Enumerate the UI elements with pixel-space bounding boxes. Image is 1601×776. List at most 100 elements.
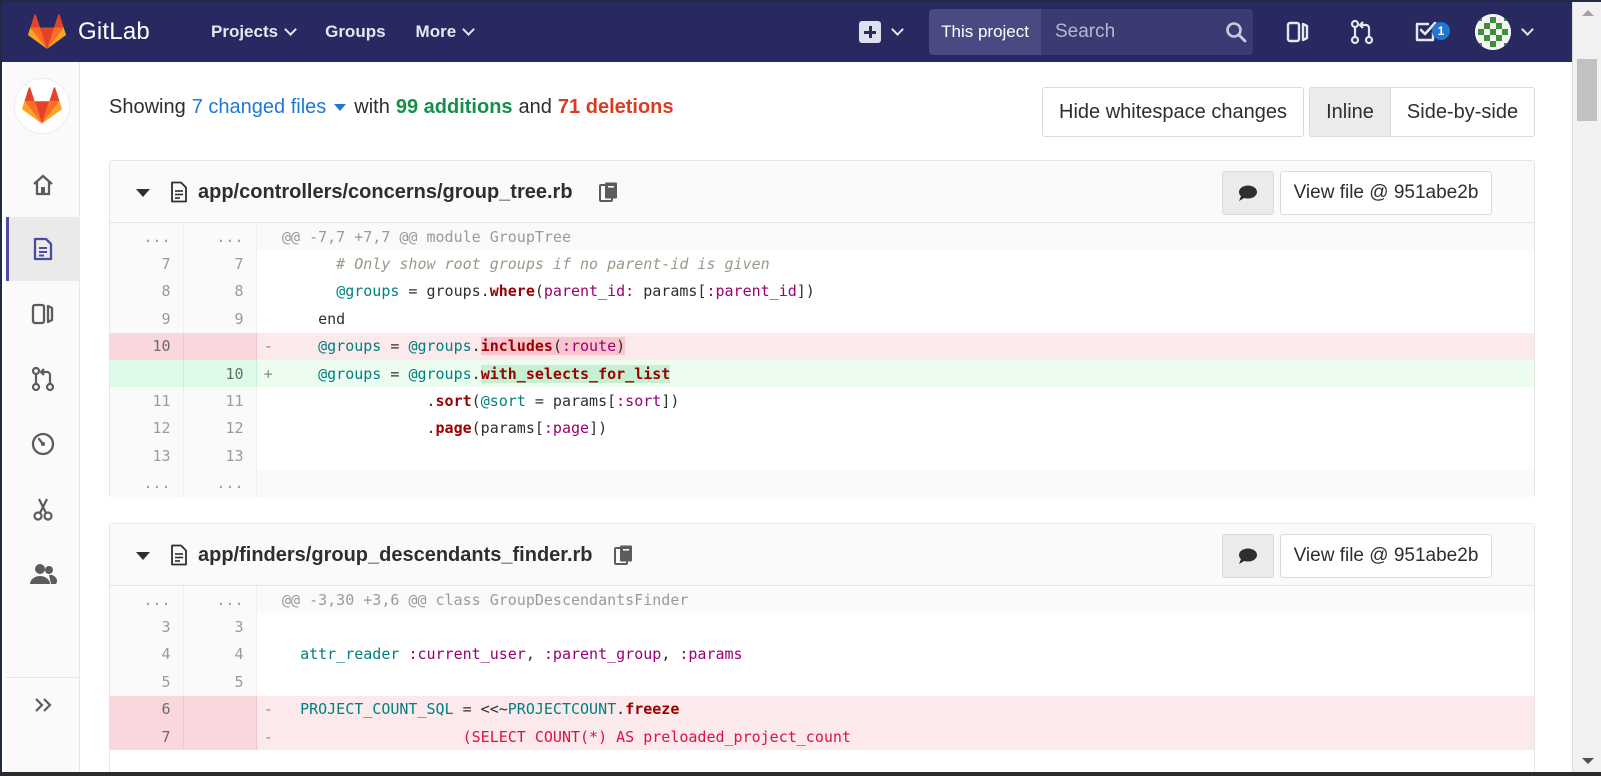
new-line-number[interactable]: 7 bbox=[183, 250, 257, 278]
scroll-up-arrow-icon[interactable] bbox=[1582, 10, 1594, 16]
sidebar-item-snippets[interactable] bbox=[6, 477, 80, 541]
new-line-number[interactable] bbox=[183, 722, 257, 751]
sidebar-item-ci-cd[interactable] bbox=[6, 412, 80, 476]
sidebar-item-issues[interactable] bbox=[6, 282, 80, 346]
new-line-number[interactable]: ... bbox=[183, 586, 257, 614]
diff-code: @@ -7,7 +7,7 @@ module GroupTree bbox=[280, 223, 1534, 251]
hide-whitespace-button[interactable]: Hide whitespace changes bbox=[1042, 87, 1304, 137]
issues-nav-button[interactable] bbox=[1283, 17, 1313, 47]
file-path[interactable]: app/finders/group_descendants_finder.rb bbox=[198, 544, 593, 567]
user-menu-dropdown[interactable] bbox=[1475, 14, 1534, 50]
old-line-number[interactable]: ... bbox=[110, 469, 184, 497]
collapse-toggle-icon[interactable] bbox=[136, 189, 150, 197]
members-icon bbox=[30, 564, 57, 584]
new-line-number[interactable]: 3 bbox=[183, 613, 257, 641]
project-sidebar bbox=[6, 62, 80, 772]
old-line-number[interactable]: 7 bbox=[110, 722, 184, 751]
nav-projects-label: Projects bbox=[211, 22, 279, 41]
scroll-down-arrow-icon[interactable] bbox=[1582, 758, 1594, 764]
diff-sign bbox=[256, 469, 280, 497]
old-line-number[interactable] bbox=[110, 359, 184, 388]
new-line-number[interactable]: ... bbox=[183, 469, 257, 497]
project-avatar[interactable] bbox=[14, 78, 70, 134]
new-line-number[interactable]: ... bbox=[183, 223, 257, 251]
gitlab-home-link[interactable]: GitLab bbox=[28, 14, 208, 50]
sidebar-collapse-button[interactable] bbox=[6, 677, 80, 732]
diff-sign: + bbox=[256, 359, 280, 388]
file-path[interactable]: app/controllers/concerns/group_tree.rb bbox=[198, 181, 573, 204]
diff-sign bbox=[256, 613, 280, 640]
brand-name: GitLab bbox=[78, 18, 150, 45]
diff-line: 55 bbox=[110, 668, 1534, 696]
old-line-number[interactable]: 8 bbox=[110, 277, 184, 306]
new-line-number[interactable]: 13 bbox=[183, 442, 257, 470]
inline-view-button[interactable]: Inline bbox=[1309, 87, 1391, 137]
new-line-number[interactable]: 8 bbox=[183, 277, 257, 306]
changed-files-dropdown[interactable]: 7 changed files bbox=[192, 96, 327, 119]
scissors-icon bbox=[33, 498, 53, 521]
new-line-number[interactable]: 11 bbox=[183, 387, 257, 415]
old-line-number[interactable]: 5 bbox=[110, 668, 184, 696]
todo-count-badge: 1 bbox=[1432, 22, 1450, 40]
todos-nav-button[interactable]: 1 bbox=[1411, 17, 1450, 47]
page-scrollbar[interactable] bbox=[1572, 2, 1601, 772]
view-file-button[interactable]: View file @ 951abe2b bbox=[1280, 534, 1492, 578]
diff-line: 12 12 .page(params[:page]) bbox=[110, 414, 1534, 443]
scroll-thumb[interactable] bbox=[1577, 59, 1597, 121]
old-line-number[interactable]: ... bbox=[110, 586, 184, 614]
diff-file-header: app/finders/group_descendants_finder.rb … bbox=[110, 524, 1534, 586]
new-dropdown-button[interactable] bbox=[859, 21, 904, 43]
sidebar-item-members[interactable] bbox=[6, 542, 80, 606]
nav-groups-label: Groups bbox=[325, 22, 386, 41]
side-by-side-view-button[interactable]: Side-by-side bbox=[1390, 87, 1535, 137]
new-line-number[interactable]: 12 bbox=[183, 414, 257, 443]
new-line-number[interactable]: 10 bbox=[183, 359, 257, 388]
old-line-number[interactable]: 7 bbox=[110, 250, 184, 278]
merge-requests-nav-button[interactable] bbox=[1347, 17, 1377, 47]
new-line-number[interactable]: 5 bbox=[183, 668, 257, 696]
toggle-comments-button[interactable] bbox=[1222, 171, 1274, 215]
new-line-number[interactable] bbox=[183, 695, 257, 723]
caret-down-icon[interactable] bbox=[334, 104, 347, 111]
search-input[interactable] bbox=[1055, 21, 1215, 43]
issues-icon bbox=[1286, 21, 1309, 43]
sidebar-item-overview[interactable] bbox=[6, 153, 80, 217]
new-line-number[interactable]: 9 bbox=[183, 305, 257, 333]
new-line-number[interactable]: 4 bbox=[183, 640, 257, 669]
old-line-number[interactable]: 11 bbox=[110, 387, 184, 415]
search-icon[interactable] bbox=[1225, 21, 1247, 43]
old-line-number[interactable]: 9 bbox=[110, 305, 184, 333]
chevron-down-icon bbox=[284, 23, 297, 36]
sidebar-item-merge-requests[interactable] bbox=[6, 347, 80, 411]
search-scope-label[interactable]: This project bbox=[929, 9, 1041, 55]
diff-line: 77 # Only show root groups if no parent-… bbox=[110, 250, 1534, 278]
file-icon bbox=[171, 544, 187, 566]
copy-clipboard-icon[interactable] bbox=[613, 544, 635, 566]
gitlab-logo-icon bbox=[28, 14, 66, 49]
nav-projects-dropdown[interactable]: Projects bbox=[211, 22, 297, 42]
old-line-number[interactable]: 10 bbox=[110, 332, 184, 360]
copy-clipboard-icon[interactable] bbox=[598, 181, 620, 203]
diff-sign: - bbox=[256, 695, 280, 723]
chevron-down-icon bbox=[1521, 23, 1534, 36]
old-line-number[interactable]: 13 bbox=[110, 442, 184, 470]
old-line-number[interactable]: 4 bbox=[110, 640, 184, 669]
toggle-comments-button[interactable] bbox=[1222, 534, 1274, 578]
collapse-toggle-icon[interactable] bbox=[136, 552, 150, 560]
view-file-button[interactable]: View file @ 951abe2b bbox=[1280, 171, 1492, 215]
new-line-number[interactable] bbox=[183, 332, 257, 360]
diff-file: app/finders/group_descendants_finder.rb … bbox=[109, 523, 1535, 772]
diff-line-removed: 7 - (SELECT COUNT(*) AS preloaded_project… bbox=[110, 722, 1534, 751]
sidebar-item-repository[interactable] bbox=[6, 217, 80, 281]
diff-sign bbox=[256, 668, 280, 695]
old-line-number[interactable]: 6 bbox=[110, 695, 184, 723]
diff-code: PROJECT_COUNT_SQL = <<~PROJECTCOUNT.free… bbox=[280, 695, 1534, 723]
diff-code bbox=[280, 668, 1534, 695]
window-frame: GitLab Projects Groups More This project bbox=[0, 0, 1601, 776]
old-line-number[interactable]: ... bbox=[110, 223, 184, 251]
nav-groups-link[interactable]: Groups bbox=[325, 22, 385, 42]
nav-more-dropdown[interactable]: More bbox=[416, 22, 476, 42]
diff-sign bbox=[256, 586, 280, 614]
old-line-number[interactable]: 12 bbox=[110, 414, 184, 443]
old-line-number[interactable]: 3 bbox=[110, 613, 184, 641]
